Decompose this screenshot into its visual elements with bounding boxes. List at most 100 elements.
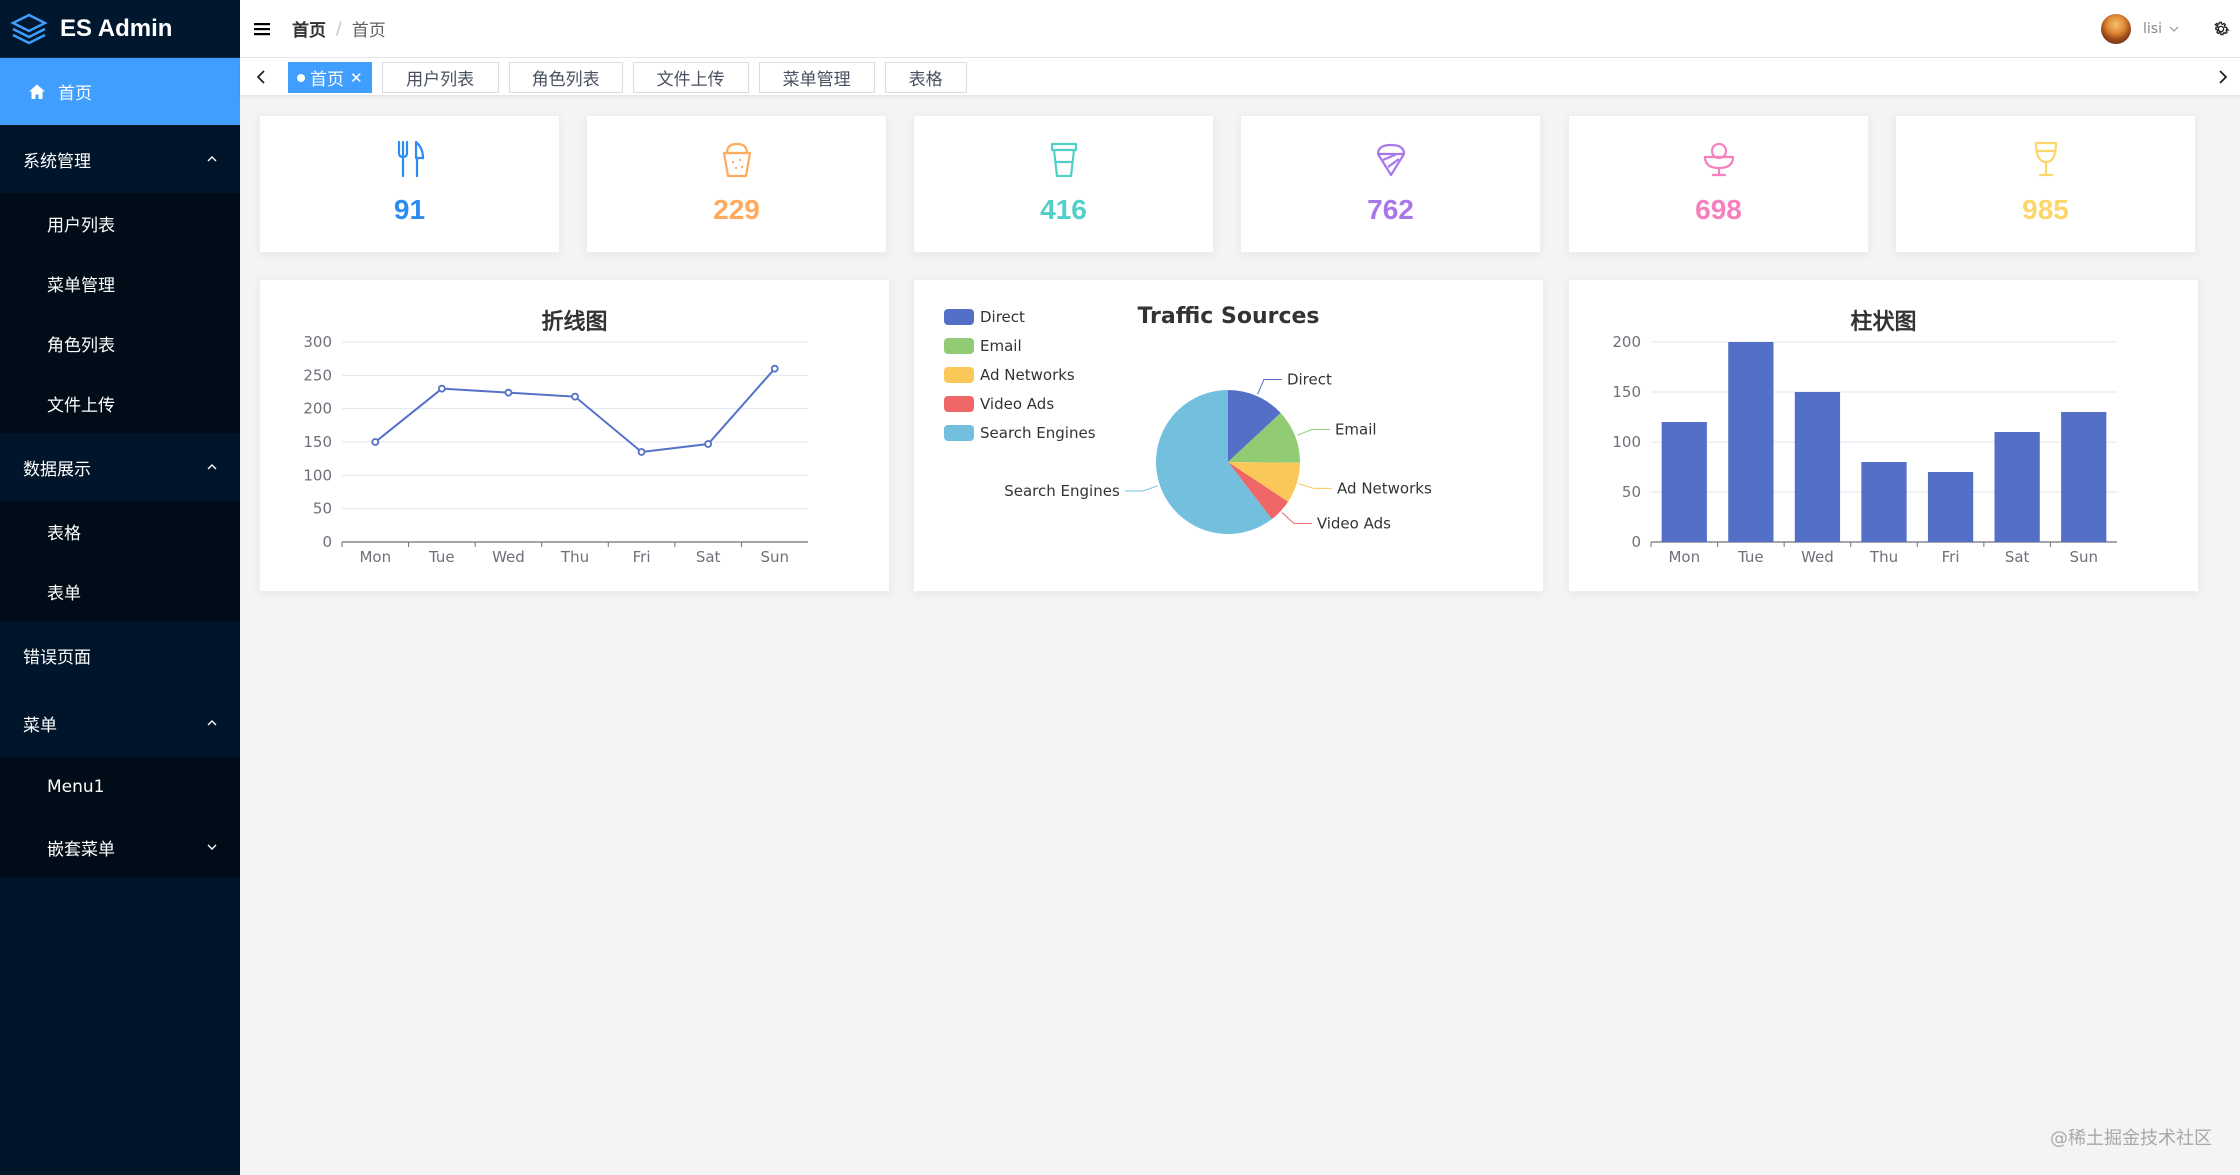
avatar[interactable] <box>2101 14 2132 44</box>
tab-home[interactable]: 首页 ✕ <box>288 62 372 93</box>
stat-value: 416 <box>1040 194 1087 225</box>
sidebar-item-home[interactable]: 首页 <box>0 58 240 125</box>
username[interactable]: lisi <box>2143 21 2162 37</box>
x-tick-label: Wed <box>492 548 525 566</box>
stat-card: 416 <box>913 115 1214 253</box>
x-tick-label: Sun <box>2069 548 2098 566</box>
y-tick-label: 100 <box>303 466 332 484</box>
tab-table[interactable]: 表格 <box>884 62 967 93</box>
sidebar-item-nested-menu[interactable]: 嵌套菜单 <box>0 817 240 877</box>
x-tick-label: Mon <box>1668 548 1700 566</box>
tab-label: 菜单管理 <box>782 70 851 90</box>
x-tick-label: Sat <box>696 548 721 566</box>
sidebar-item-file-upload[interactable]: 文件上传 <box>0 373 240 433</box>
sundae-icon <box>1702 138 1736 180</box>
tab-user-list[interactable]: 用户列表 <box>381 62 499 93</box>
tab-label: 文件上传 <box>656 70 725 90</box>
stat-value: 91 <box>393 194 426 225</box>
sidebar: ES Admin 首页 系统管理 用户列表 菜单管理 角色列表 文件上传 数据展… <box>0 0 240 1175</box>
bar <box>2061 412 2107 542</box>
chevron-right-icon[interactable] <box>2216 69 2230 85</box>
sidebar-item-role-list[interactable]: 角色列表 <box>0 313 240 373</box>
hamburger-icon[interactable] <box>254 22 270 36</box>
bar <box>1861 462 1907 542</box>
sidebar-item-menu[interactable]: 菜单 <box>0 689 240 757</box>
chevron-up-icon <box>207 156 217 162</box>
x-tick-label: Thu <box>560 548 589 566</box>
tabs: 首页 ✕ 用户列表 角色列表 文件上传 菜单管理 表格 <box>288 62 977 93</box>
pie-leader-line <box>1281 512 1312 524</box>
breadcrumb-current: 首页 <box>351 21 386 41</box>
sidebar-item-label: 角色列表 <box>47 335 115 356</box>
bar <box>1794 392 1841 542</box>
sidebar-menu: 首页 系统管理 用户列表 菜单管理 角色列表 文件上传 数据展示 表格 表单 错… <box>0 58 240 877</box>
bar-chart: 0 50 100 150 200 Mon Tue Wed Thu Fri Sat Sun <box>1612 333 2117 566</box>
y-tick-label: 300 <box>303 333 332 351</box>
pie-label: Video Ads <box>1317 514 1391 532</box>
sidebar-item-system[interactable]: 系统管理 <box>0 125 240 193</box>
y-tick-label: 100 <box>1612 433 1641 451</box>
sidebar-item-label: 数据展示 <box>23 459 91 480</box>
line-chart: 0 50 100 150 200 250 300 Mon Tue Wed Thu Fri Sat Sun <box>303 333 808 566</box>
tab-label: 表格 <box>908 70 943 90</box>
legend-swatch <box>944 367 974 383</box>
stat-value: 229 <box>713 194 760 225</box>
sidebar-item-label: 首页 <box>58 84 92 104</box>
bar <box>1661 422 1707 542</box>
tab-label: 用户列表 <box>406 70 475 90</box>
chevron-down-icon <box>207 844 217 850</box>
watermark: @稀土掘金技术社区 <box>2050 1128 2212 1149</box>
line-point <box>504 388 513 397</box>
active-dot-icon <box>297 73 305 82</box>
x-tick-label: Fri <box>1942 548 1960 566</box>
breadcrumb-home[interactable]: 首页 <box>292 16 326 41</box>
home-icon <box>29 84 45 99</box>
sidebar-item-menu1[interactable]: Menu1 <box>0 757 240 817</box>
legend-label: Ad Networks <box>980 366 1075 384</box>
tab-label: 角色列表 <box>531 70 600 90</box>
bar <box>1728 342 1774 542</box>
sidebar-item-label: 文件上传 <box>47 395 115 416</box>
tab-label: 首页 <box>310 70 344 90</box>
legend-swatch <box>944 309 974 325</box>
sidebar-item-form[interactable]: 表单 <box>0 561 240 621</box>
x-tick-label: Mon <box>359 548 391 566</box>
header: 首页 / 首页 lisi <box>240 0 2240 58</box>
tab-file-upload[interactable]: 文件上传 <box>632 62 749 93</box>
sidebar-item-label: 菜单管理 <box>47 275 115 296</box>
app-title: ES Admin <box>60 14 173 42</box>
y-tick-label: 50 <box>313 500 332 518</box>
stat-card: 762 <box>1240 115 1541 253</box>
bar <box>1994 432 2040 542</box>
sidebar-item-user-list[interactable]: 用户列表 <box>0 193 240 253</box>
legend-swatch <box>944 425 974 441</box>
legend-label: Direct <box>980 308 1025 326</box>
x-tick-label: Sun <box>760 548 789 566</box>
sidebar-item-data-display[interactable]: 数据展示 <box>0 433 240 501</box>
sidebar-item-label: 系统管理 <box>23 151 91 172</box>
line-point <box>770 364 779 373</box>
tab-menu-manage[interactable]: 菜单管理 <box>758 62 875 93</box>
y-tick-label: 200 <box>303 400 332 418</box>
chevron-down-icon[interactable] <box>2168 23 2180 35</box>
close-icon[interactable]: ✕ <box>350 69 363 87</box>
x-tick-label: Thu <box>1869 548 1898 566</box>
chevron-left-icon[interactable] <box>254 69 268 85</box>
x-tick-label: Sat <box>2005 548 2030 566</box>
chevron-up-icon <box>207 464 217 470</box>
y-tick-label: 0 <box>1631 533 1641 551</box>
breadcrumb-separator: / <box>336 18 342 39</box>
sidebar-item-error-page[interactable]: 错误页面 <box>0 621 240 689</box>
y-tick-label: 150 <box>1612 383 1641 401</box>
stat-card: 91 <box>259 115 560 253</box>
pie-chart: Direct Email Ad Networks Video Ads Search En… <box>944 308 1432 534</box>
logo[interactable]: ES Admin <box>0 0 240 58</box>
breadcrumb: 首页 / 首页 <box>292 16 386 42</box>
line-point <box>371 438 380 446</box>
gear-icon[interactable] <box>2212 20 2230 38</box>
y-tick-label: 0 <box>322 533 332 551</box>
sidebar-item-menu-manage[interactable]: 菜单管理 <box>0 253 240 313</box>
sidebar-item-table[interactable]: 表格 <box>0 501 240 561</box>
stat-value: 698 <box>1695 194 1742 225</box>
tab-role-list[interactable]: 角色列表 <box>508 62 623 93</box>
